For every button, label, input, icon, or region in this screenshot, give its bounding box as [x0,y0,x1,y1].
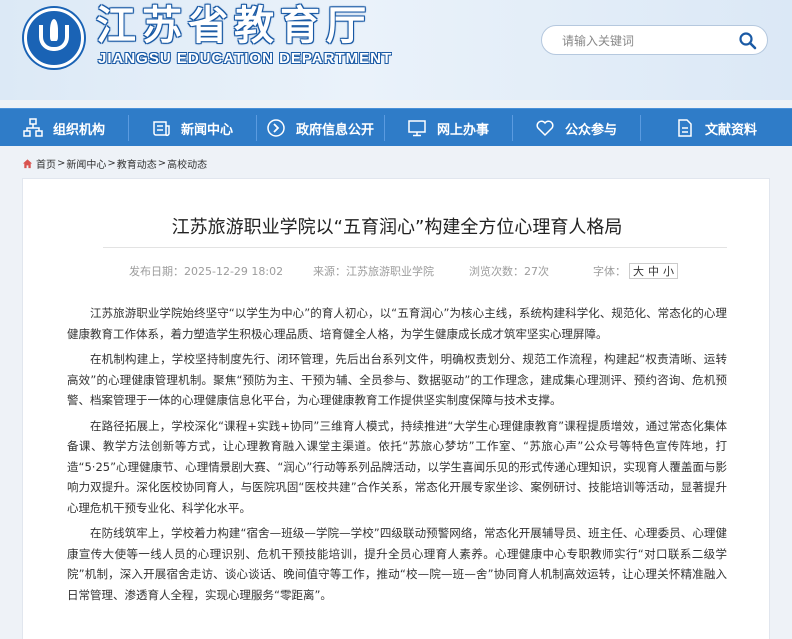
site-header: 江苏省教育厅 JIANGSU EDUCATION DEPARTMENT [0,0,792,100]
font-size-large-button[interactable]: 大 [633,263,644,279]
font-size-medium-button[interactable]: 中 [648,263,659,279]
site-subtitle: JIANGSU EDUCATION DEPARTMENT [98,50,393,67]
info-disclosure-icon [267,119,285,137]
main-nav: 组织机构 新闻中心 政府信息公开 网上办事 公众参与 文献资料 [0,108,792,146]
breadcrumb-separator: > [107,157,116,169]
nav-item-news[interactable]: 新闻中心 [128,109,256,147]
search-box [541,25,768,55]
article-title: 江苏旅游职业学院以“五育润心”构建全方位心理育人格局 [171,217,623,238]
logo[interactable] [24,8,84,68]
font-size-label: 字体： [593,265,626,278]
logo-leaf-icon [50,19,58,41]
breadcrumb-separator: > [157,157,167,169]
nav-item-label: 公众参与 [564,122,617,138]
nav-item-documents[interactable]: 文献资料 [640,109,792,147]
article: 江苏旅游职业学院以“五育润心”构建全方位心理育人格局 发布日期：2025-12-… [22,178,770,639]
publish-date: 发布日期：2025-12-29 18:02 [129,265,284,278]
article-paragraph: 在机制构建上，学校坚持制度先行、闭环管理，先后出台系列文件，明确权责划分、规范工… [67,352,727,407]
font-size-small-button[interactable]: 小 [663,263,674,279]
breadcrumb-news-center[interactable]: 新闻中心 [66,156,106,171]
search-input[interactable] [562,31,732,51]
article-paragraph: 江苏旅游职业学院始终坚守“以学生为中心”的育人初心，以“五育润心”为核心主线，系… [67,306,727,341]
document-icon [678,119,692,137]
home-icon [22,158,33,168]
nav-item-public-participation[interactable]: 公众参与 [512,109,640,147]
article-paragraph: 在路径拓展上，学校深化“课程+实践+协同”三维育人模式，持续推进“大学生心理健康… [67,418,727,515]
breadcrumb-university-news[interactable]: 高校动态 [167,156,207,171]
article-source: 来源：江苏旅游职业学院 [313,265,434,278]
heart-icon [536,120,554,137]
nav-item-label: 政府信息公开 [295,122,374,138]
breadcrumb-separator: > [57,157,66,169]
article-paragraph: 在防线筑牢上，学校着力构建“宿舍—班级—学院—学校”四级联动预警网络，常态化开展… [67,526,727,602]
breadcrumb: 首页 > 新闻中心 > 教育动态 > 高校动态 [22,156,207,171]
title-divider [103,247,727,248]
online-service-icon [408,120,426,137]
view-count: 浏览次数：27次 [469,265,549,278]
nav-item-org[interactable]: 组织机构 [0,109,128,147]
news-icon [153,121,170,137]
nav-item-label: 网上办事 [436,122,489,138]
site-title[interactable]: 江苏省教育厅 [96,4,372,48]
font-size-buttons: 大 中 小 [629,263,678,279]
search-icon[interactable] [738,31,758,51]
breadcrumb-education-news[interactable]: 教育动态 [117,156,157,171]
nav-item-info-disclosure[interactable]: 政府信息公开 [256,109,384,147]
org-chart-icon [23,118,43,137]
breadcrumb-home[interactable]: 首页 [36,156,56,171]
article-body: 江苏旅游职业学院始终坚守“以学生为中心”的育人初心，以“五育润心”为核心主线，系… [67,303,727,610]
font-size-control: 字体： 大 中 小 [593,263,678,279]
nav-item-label: 文献资料 [704,122,757,138]
nav-item-label: 新闻中心 [180,122,233,138]
nav-item-online-service[interactable]: 网上办事 [384,109,512,147]
nav-item-label: 组织机构 [52,122,105,138]
